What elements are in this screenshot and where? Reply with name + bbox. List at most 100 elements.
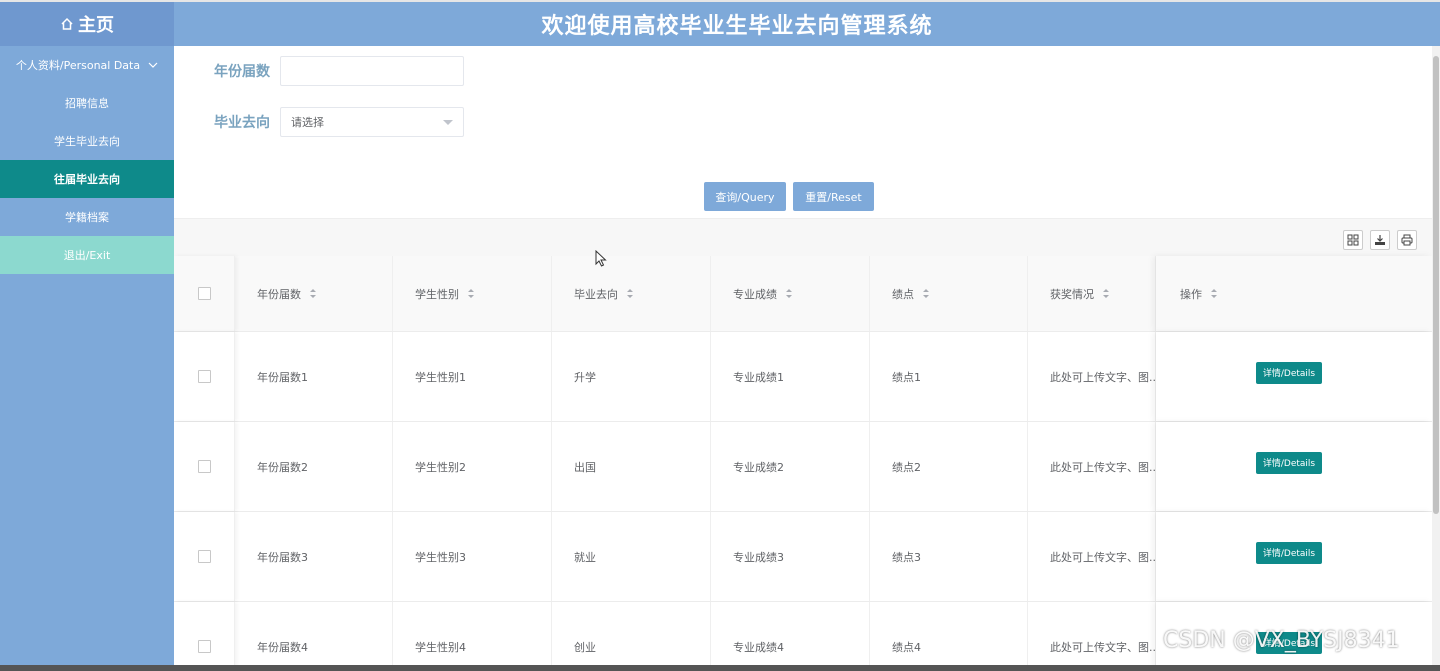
sort-icon xyxy=(786,289,792,298)
cell-destination: 就业 xyxy=(552,512,711,601)
table-row: 年份届数2 学生性别2 出国 专业成绩2 绩点2 此处可上传文字、图... 详情… xyxy=(174,422,1432,512)
select-all-checkbox[interactable] xyxy=(197,287,211,300)
sidebar-item-label: 学生毕业去向 xyxy=(54,135,120,148)
cell-gender: 学生性别1 xyxy=(393,332,552,421)
sidebar-item-past-destination[interactable]: 往届毕业去向 xyxy=(0,160,174,198)
caret-down-icon xyxy=(443,119,453,125)
column-header-year[interactable]: 年份届数 xyxy=(235,256,393,331)
row-checkbox[interactable] xyxy=(197,640,211,653)
sidebar-item-label: 往届毕业去向 xyxy=(54,173,120,186)
column-header-label: 专业成绩 xyxy=(733,287,777,301)
scrollbar-thumb[interactable] xyxy=(1433,56,1439,514)
cell-gpa: 绩点2 xyxy=(870,422,1028,511)
cell-actions: 详情/Details xyxy=(1156,422,1432,511)
data-table: 年份届数 学生性别 毕业去向 专业成绩 绩点 获奖情况 操作 年份届数1 学生性… xyxy=(174,256,1432,671)
home-label: 主页 xyxy=(78,15,114,36)
main-content: 年份届数 毕业去向 请选择 查询/Query 重置/Reset 年份届数 学生性… xyxy=(174,46,1432,671)
column-header-score[interactable]: 专业成绩 xyxy=(711,256,870,331)
cell-awards: 此处可上传文字、图... xyxy=(1028,512,1156,601)
query-button[interactable]: 查询/Query xyxy=(704,182,786,211)
cell-gpa: 绩点4 xyxy=(870,602,1028,671)
row-checkbox[interactable] xyxy=(197,370,211,383)
row-checkbox-cell xyxy=(174,422,235,511)
cell-score: 专业成绩4 xyxy=(711,602,870,671)
export-icon xyxy=(1375,235,1385,245)
details-button[interactable]: 详情/Details xyxy=(1256,541,1322,564)
cell-score: 专业成绩2 xyxy=(711,422,870,511)
columns-icon xyxy=(1347,234,1359,246)
row-checkbox[interactable] xyxy=(197,550,211,563)
destination-select-placeholder: 请选择 xyxy=(291,116,324,129)
home-link[interactable]: 主页 xyxy=(0,2,174,46)
sidebar-item-recruitment[interactable]: 招聘信息 xyxy=(0,84,174,122)
cell-year: 年份届数3 xyxy=(235,512,393,601)
columns-button[interactable] xyxy=(1343,230,1363,250)
sidebar: 个人资料/Personal Data 招聘信息 学生毕业去向 往届毕业去向 学籍… xyxy=(0,46,174,671)
cell-awards: 此处可上传文字、图... xyxy=(1028,602,1156,671)
details-button[interactable]: 详情/Details xyxy=(1256,361,1322,384)
home-icon xyxy=(61,17,73,30)
mouse-cursor-icon xyxy=(595,250,607,267)
cell-year: 年份届数1 xyxy=(235,332,393,421)
sidebar-item-label: 招聘信息 xyxy=(65,97,109,110)
app-title: 欢迎使用高校毕业生毕业去向管理系统 xyxy=(541,14,933,39)
sidebar-item-personal-data[interactable]: 个人资料/Personal Data xyxy=(0,46,174,84)
cell-gpa: 绩点1 xyxy=(870,332,1028,421)
sort-icon xyxy=(1211,289,1217,298)
cell-gender: 学生性别2 xyxy=(393,422,552,511)
column-header-label: 年份届数 xyxy=(257,287,301,301)
column-header-awards[interactable]: 获奖情况 xyxy=(1028,256,1156,331)
watermark: CSDN @VX_BYSJ8341 xyxy=(1163,628,1400,653)
header-checkbox-cell xyxy=(174,256,235,331)
table-row: 年份届数1 学生性别1 升学 专业成绩1 绩点1 此处可上传文字、图... 详情… xyxy=(174,332,1432,422)
sidebar-item-student-destination[interactable]: 学生毕业去向 xyxy=(0,122,174,160)
table-header-row: 年份届数 学生性别 毕业去向 专业成绩 绩点 获奖情况 操作 xyxy=(174,256,1432,332)
sidebar-item-label: 退出/Exit xyxy=(63,249,111,262)
cell-actions: 详情/Details xyxy=(1156,332,1432,421)
details-button[interactable]: 详情/Details xyxy=(1256,451,1322,474)
destination-label: 毕业去向 xyxy=(214,115,270,131)
column-header-gpa[interactable]: 绩点 xyxy=(870,256,1028,331)
row-checkbox[interactable] xyxy=(197,460,211,473)
destination-select[interactable]: 请选择 xyxy=(280,107,464,137)
year-input[interactable] xyxy=(280,56,464,86)
column-header-label: 学生性别 xyxy=(415,287,459,301)
row-checkbox-cell xyxy=(174,332,235,421)
cell-destination: 出国 xyxy=(552,422,711,511)
sidebar-item-student-records[interactable]: 学籍档案 xyxy=(0,198,174,236)
cell-score: 专业成绩3 xyxy=(711,512,870,601)
sidebar-item-label: 个人资料/Personal Data xyxy=(15,59,141,72)
print-icon xyxy=(1401,234,1413,246)
sidebar-item-exit[interactable]: 退出/Exit xyxy=(0,236,174,274)
table-toolbar xyxy=(174,218,1432,256)
cell-destination: 升学 xyxy=(552,332,711,421)
export-button[interactable] xyxy=(1370,230,1390,250)
cell-score: 专业成绩1 xyxy=(711,332,870,421)
column-header-label: 操作 xyxy=(1180,287,1202,301)
cell-gender: 学生性别3 xyxy=(393,512,552,601)
cell-awards: 此处可上传文字、图... xyxy=(1028,422,1156,511)
column-header-gender[interactable]: 学生性别 xyxy=(393,256,552,331)
year-label: 年份届数 xyxy=(214,64,270,80)
bottom-bar xyxy=(0,665,1440,671)
cell-gpa: 绩点3 xyxy=(870,512,1028,601)
destination-filter-row: 毕业去向 请选择 xyxy=(214,107,464,137)
sort-icon xyxy=(627,289,633,298)
cell-actions: 详情/Details xyxy=(1156,512,1432,601)
cell-gender: 学生性别4 xyxy=(393,602,552,671)
column-header-label: 获奖情况 xyxy=(1050,287,1094,301)
row-checkbox-cell xyxy=(174,602,235,671)
sort-icon xyxy=(468,289,474,298)
sidebar-item-label: 学籍档案 xyxy=(65,211,109,224)
column-header-actions[interactable]: 操作 xyxy=(1156,256,1432,331)
print-button[interactable] xyxy=(1397,230,1417,250)
chevron-down-icon xyxy=(148,62,158,68)
column-header-destination[interactable]: 毕业去向 xyxy=(552,256,711,331)
page-scrollbar[interactable] xyxy=(1432,46,1440,671)
year-filter-row: 年份届数 xyxy=(214,56,464,86)
cell-year: 年份届数2 xyxy=(235,422,393,511)
reset-button[interactable]: 重置/Reset xyxy=(793,182,874,211)
column-header-label: 绩点 xyxy=(892,287,914,301)
row-checkbox-cell xyxy=(174,512,235,601)
sort-icon xyxy=(310,289,316,298)
